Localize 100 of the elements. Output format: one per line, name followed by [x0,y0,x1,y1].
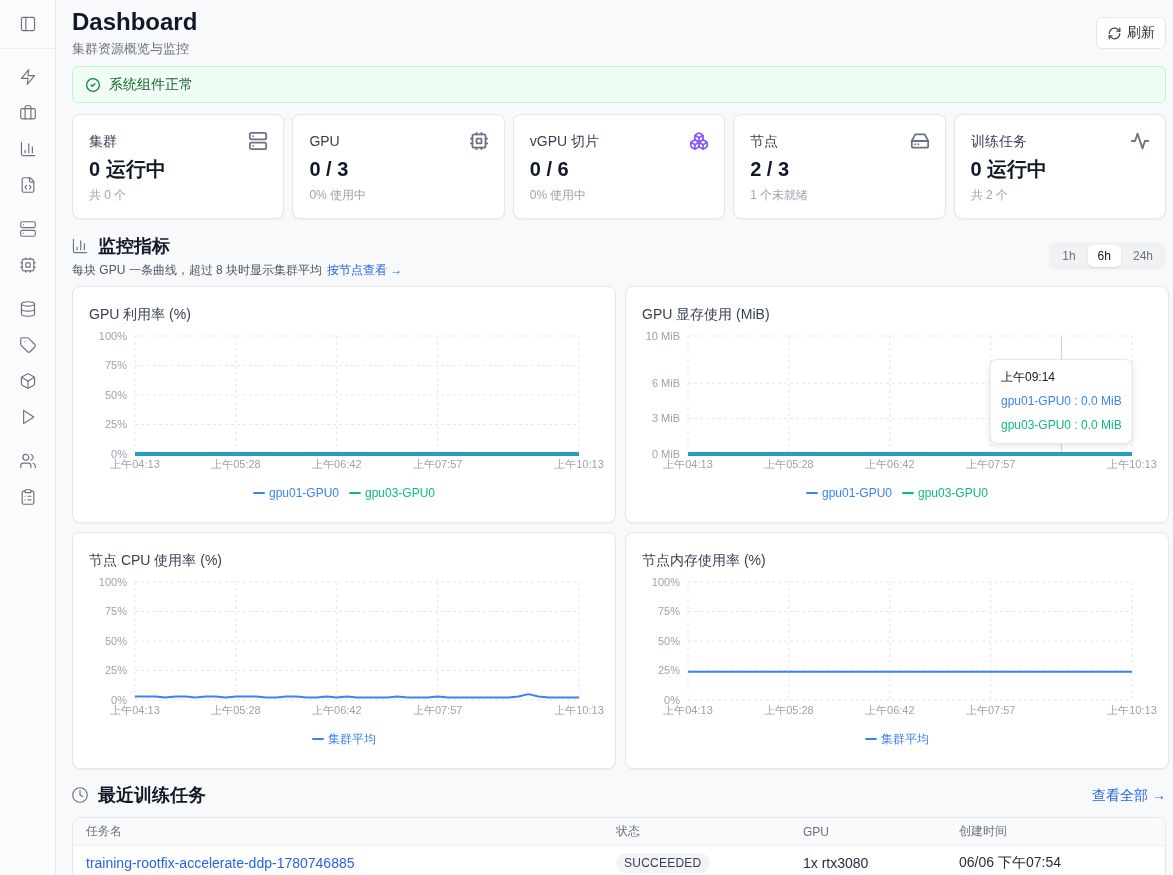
zap-icon[interactable] [19,69,36,85]
x-axis-label: 上午04:13 [110,704,160,716]
tag-icon[interactable] [19,337,36,353]
stat-subtext: 共 2 个 [970,187,1009,203]
tooltip-value: gpu01-GPU0 : 0.0 MiB [1001,393,1122,410]
sidebar-toggle-icon[interactable] [19,16,36,32]
page-subtitle: 集群资源概览与监控 [72,40,190,58]
stat-subtext: 共 0 个 [89,187,128,203]
y-axis-label: 75% [104,605,127,618]
legend-label[interactable]: 集群平均 [328,731,376,747]
x-axis-label: 上午06:42 [865,704,915,716]
legend-label[interactable]: gpu03-GPU0 [365,485,436,501]
stat-label: 集群 [89,132,117,151]
stat-label: 训练任务 [970,132,1027,151]
stat-value: 0 / 3 [309,157,350,182]
stat-subtext: 1 个未就绪 [750,187,810,203]
stat-value: 2 / 3 [750,157,791,182]
stat-subtext: 0% 使用中 [529,187,588,203]
cube-icon[interactable] [19,373,36,389]
legend-label[interactable]: 集群平均 [881,731,929,747]
y-axis-label: 0% [111,447,127,460]
y-axis-label: 25% [104,418,127,431]
table-cell: 1x rtx3080 [803,855,869,871]
stat-label: vGPU 切片 [529,132,600,151]
column-header: 任务名 [86,824,122,838]
y-axis-label: 75% [657,605,680,618]
x-axis-label: 上午04:13 [110,458,160,470]
x-axis-label: 上午04:13 [663,704,713,716]
section-title: 最近训练任务 [98,784,206,807]
chart-title: GPU 利用率 (%) [89,305,192,324]
clipboard-list-icon[interactable] [19,489,36,505]
x-axis-label: 上午10:13 [1107,704,1157,716]
chart-title: GPU 显存使用 (MiB) [642,305,771,324]
stat-subtext: 0% 使用中 [309,187,368,203]
y-axis-label: 25% [657,664,680,677]
stat-value: 0 运行中 [970,157,1049,182]
y-axis-label: 3 MiB [651,412,680,425]
view-by-node-link[interactable]: 按节点查看 → [327,262,403,278]
file-code-icon[interactable] [19,177,36,193]
section-hint: 每块 GPU 一条曲线，超过 8 块时显示集群平均 [72,262,322,278]
view-all-link[interactable]: 查看全部 → [1092,785,1166,805]
y-axis-label: 25% [104,664,127,677]
x-axis-label: 上午07:57 [412,704,463,716]
y-axis-label: 100% [651,575,680,588]
stat-label: GPU [309,132,340,151]
y-axis-label: 50% [657,634,680,647]
page-title: Dashboard [72,7,198,37]
users-icon[interactable] [19,453,36,469]
refresh-icon [1108,26,1121,40]
time-range-tab[interactable]: 24h [1122,245,1163,267]
y-axis-label: 0 MiB [651,447,680,460]
job-name-link[interactable]: training-rootfix-accelerate-ddp-1780746885 [86,855,355,871]
column-header: GPU [803,824,829,839]
y-axis-label: 50% [104,634,127,647]
chart-title: 节点 CPU 使用率 (%) [89,551,223,570]
column-header: 状态 [616,824,640,838]
legend-label[interactable]: gpu01-GPU0 [268,485,339,501]
tooltip-value: gpu03-GPU0 : 0.0 MiB [1001,417,1122,434]
x-axis-label: 上午05:28 [764,458,814,470]
stat-label: 节点 [750,132,779,151]
x-axis-label: 上午06:42 [312,458,362,470]
y-axis-label: 75% [104,359,127,372]
column-header: 创建时间 [959,824,1007,838]
y-axis-label: 50% [104,388,127,401]
y-axis-label: 0% [111,693,127,706]
check-circle-icon [86,77,100,92]
x-axis-label: 上午05:28 [211,704,261,716]
section-title: 监控指标 [98,235,170,258]
legend-label[interactable]: gpu03-GPU0 [918,485,989,501]
x-axis-label: 上午10:13 [554,458,604,470]
x-axis-label: 上午06:42 [865,458,915,470]
chart-title: 节点内存使用率 (%) [642,551,767,570]
y-axis-label: 6 MiB [651,377,680,390]
stat-value: 0 运行中 [89,157,167,182]
x-axis-label: 上午07:57 [965,458,1016,470]
bar-chart-icon[interactable] [19,141,36,157]
x-axis-label: 上午06:42 [312,704,362,716]
x-axis-label: 上午05:28 [211,458,261,470]
alert-message: 系统组件正常 [109,75,193,94]
x-axis-label: 上午10:13 [554,704,604,716]
time-range-tab[interactable]: 1h [1052,245,1086,267]
stat-value: 0 / 6 [529,157,570,182]
server-icon[interactable] [19,221,36,237]
briefcase-icon[interactable] [19,105,36,121]
y-axis-label: 10 MiB [645,329,680,342]
time-range-tab[interactable]: 6h [1087,245,1121,267]
status-badge: SUCCEEDED [616,853,710,873]
x-axis-label: 上午04:13 [663,458,713,470]
y-axis-label: 100% [98,329,127,342]
x-axis-label: 上午10:13 [1107,458,1157,470]
y-axis-label: 0% [664,693,680,706]
legend-label[interactable]: gpu01-GPU0 [821,485,892,501]
x-axis-label: 上午05:28 [764,704,814,716]
y-axis-label: 100% [98,575,127,588]
x-axis-label: 上午07:57 [965,704,1016,716]
database-icon[interactable] [19,301,36,317]
x-axis-label: 上午07:57 [412,458,463,470]
refresh-button[interactable]: 刷新 [1096,17,1166,49]
bar-chart-icon [72,238,88,254]
chip-icon[interactable] [19,257,36,273]
